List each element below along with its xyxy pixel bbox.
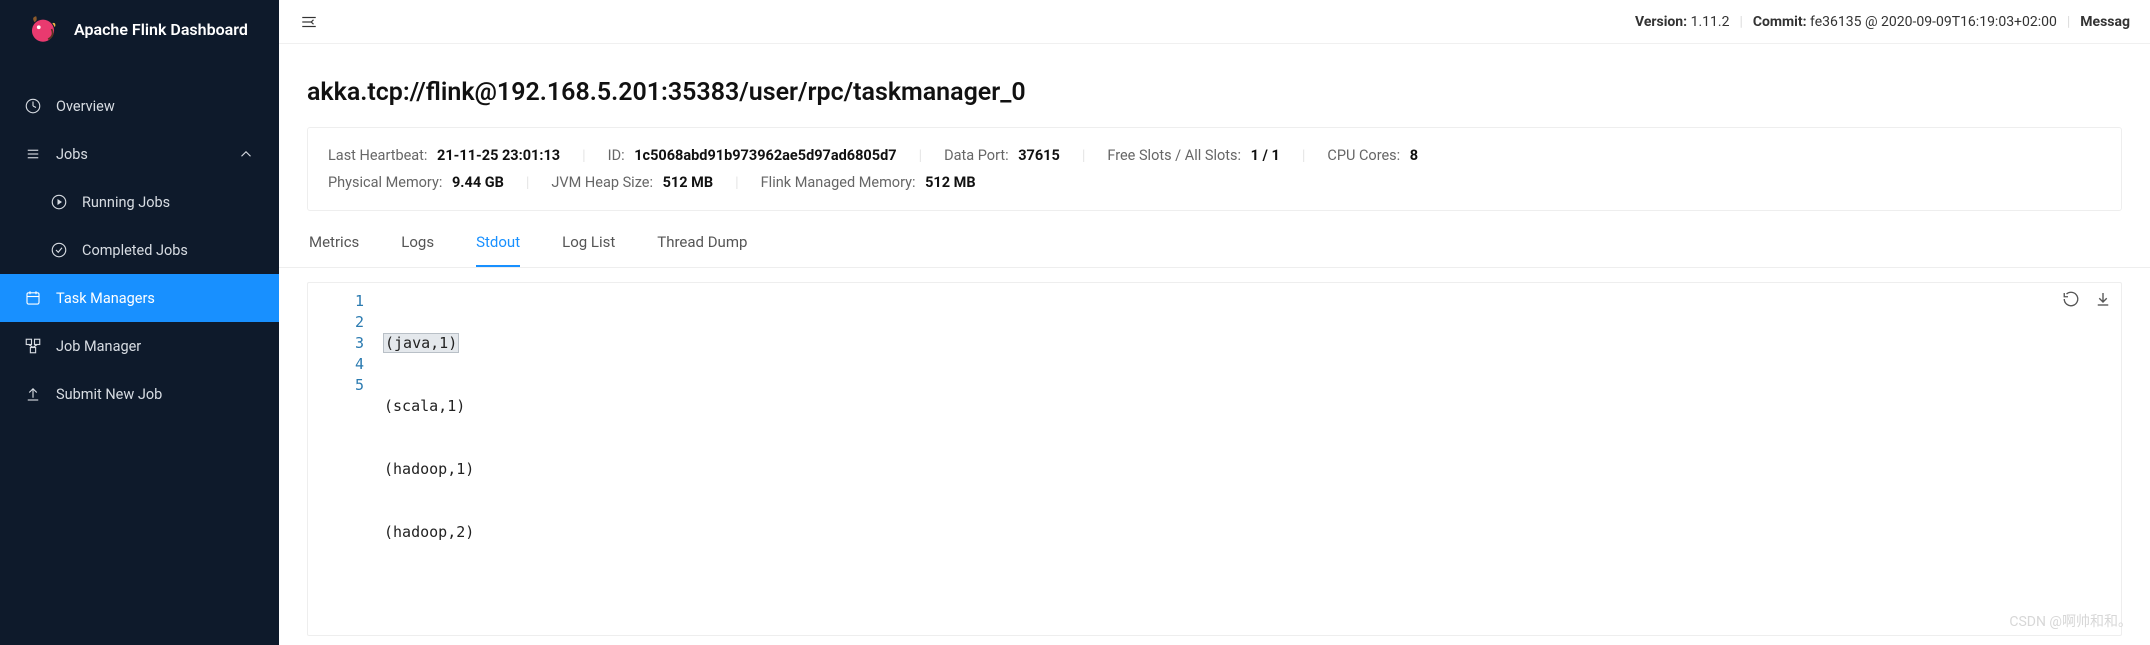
tabs: Metrics Logs Stdout Log List Thread Dump: [279, 211, 2150, 268]
code-lines: (java,1) (scala,1) (hadoop,1) (hadoop,2): [384, 291, 492, 627]
check-circle-icon: [50, 241, 68, 259]
refresh-icon[interactable]: [2061, 289, 2081, 309]
cluster-icon: [24, 337, 42, 355]
line-gutter: 1 2 3 4 5: [308, 291, 384, 627]
sidebar-item-overview[interactable]: Overview: [0, 82, 279, 130]
sidebar-item-label: Running Jobs: [82, 194, 170, 211]
version-value: 1.11.2: [1691, 14, 1730, 30]
code-line: (scala,1): [384, 396, 492, 417]
sidebar-jobs-submenu: Running Jobs Completed Jobs: [0, 178, 279, 274]
sidebar-item-label: Overview: [56, 98, 115, 115]
page: akka.tcp://flink@192.168.5.201:35383/use…: [279, 44, 2150, 636]
sidebar-nav: Overview Jobs Running Jobs: [0, 64, 279, 418]
code-line: (hadoop,2): [384, 522, 492, 543]
sidebar-item-job-manager[interactable]: Job Manager: [0, 322, 279, 370]
commit-label: Commit:: [1753, 14, 1807, 30]
list-icon: [24, 145, 42, 163]
stat-slots: Free Slots / All Slots: 1 / 1: [1107, 147, 1280, 164]
tab-metrics[interactable]: Metrics: [309, 233, 359, 267]
download-icon[interactable]: [2093, 289, 2113, 309]
stat-heap: JVM Heap Size: 512 MB: [551, 174, 713, 191]
topbar-info: Version: 1.11.2 | Commit: fe36135 @ 2020…: [1635, 14, 2130, 30]
sidebar-item-label: Jobs: [56, 146, 88, 163]
stat-heartbeat: Last Heartbeat: 21-11-25 23:01:13: [328, 147, 560, 164]
stats-row-1: Last Heartbeat: 21-11-25 23:01:13 | ID: …: [328, 142, 2101, 169]
stat-physmem: Physical Memory: 9.44 GB: [328, 174, 504, 191]
main-content: Version: 1.11.2 | Commit: fe36135 @ 2020…: [279, 0, 2150, 645]
code-line: (java,1): [384, 333, 492, 354]
version-label: Version:: [1635, 14, 1687, 30]
line-number: 1: [308, 291, 364, 312]
sidebar-item-label: Submit New Job: [56, 386, 162, 403]
sidebar-header: Apache Flink Dashboard: [0, 0, 279, 64]
play-circle-icon: [50, 193, 68, 211]
stdout-panel: 1 2 3 4 5 (java,1) (scala,1) (hadoop,1) …: [307, 282, 2122, 636]
line-number: 3: [308, 333, 364, 354]
sidebar: Apache Flink Dashboard Overview Jobs: [0, 0, 279, 645]
line-number: 5: [308, 375, 364, 396]
stat-cpu: CPU Cores: 8: [1327, 147, 1418, 164]
calendar-icon: [24, 289, 42, 307]
stats-card: Last Heartbeat: 21-11-25 23:01:13 | ID: …: [307, 127, 2122, 211]
sidebar-item-task-managers[interactable]: Task Managers: [0, 274, 279, 322]
messages-label[interactable]: Messag: [2080, 14, 2130, 30]
stat-dataport: Data Port: 37615: [944, 147, 1060, 164]
sidebar-item-submit[interactable]: Submit New Job: [0, 370, 279, 418]
dashboard-icon: [24, 97, 42, 115]
chevron-up-icon: [237, 145, 255, 163]
code-actions: [2061, 289, 2113, 309]
sidebar-toggle-icon[interactable]: [293, 13, 325, 31]
stat-managed: Flink Managed Memory: 512 MB: [761, 174, 976, 191]
stat-id: ID: 1c5068abd91b973962ae5d97ad6805d7: [608, 147, 897, 164]
sidebar-item-label: Job Manager: [56, 338, 141, 355]
sidebar-item-completed-jobs[interactable]: Completed Jobs: [22, 226, 279, 274]
line-number: 2: [308, 312, 364, 333]
sidebar-item-jobs[interactable]: Jobs: [0, 130, 279, 178]
flink-logo-icon: [26, 12, 60, 46]
watermark: CSDN @啊帅和和。: [2009, 611, 2132, 631]
topbar: Version: 1.11.2 | Commit: fe36135 @ 2020…: [279, 0, 2150, 44]
page-title: akka.tcp://flink@192.168.5.201:35383/use…: [279, 72, 2150, 127]
tab-stdout[interactable]: Stdout: [476, 233, 520, 267]
code-area: 1 2 3 4 5 (java,1) (scala,1) (hadoop,1) …: [308, 283, 2121, 635]
commit-value: fe36135 @ 2020-09-09T16:19:03+02:00: [1810, 14, 2057, 30]
stats-row-2: Physical Memory: 9.44 GB | JVM Heap Size…: [328, 169, 2101, 196]
line-number: 4: [308, 354, 364, 375]
upload-icon: [24, 385, 42, 403]
sidebar-item-label: Completed Jobs: [82, 242, 188, 259]
sidebar-item-label: Task Managers: [56, 290, 155, 307]
tab-logs[interactable]: Logs: [401, 233, 434, 267]
tab-loglist[interactable]: Log List: [562, 233, 615, 267]
tab-threaddump[interactable]: Thread Dump: [657, 233, 747, 267]
sidebar-item-running-jobs[interactable]: Running Jobs: [22, 178, 279, 226]
code-line: (hadoop,1): [384, 459, 492, 480]
app-title: Apache Flink Dashboard: [74, 20, 248, 39]
